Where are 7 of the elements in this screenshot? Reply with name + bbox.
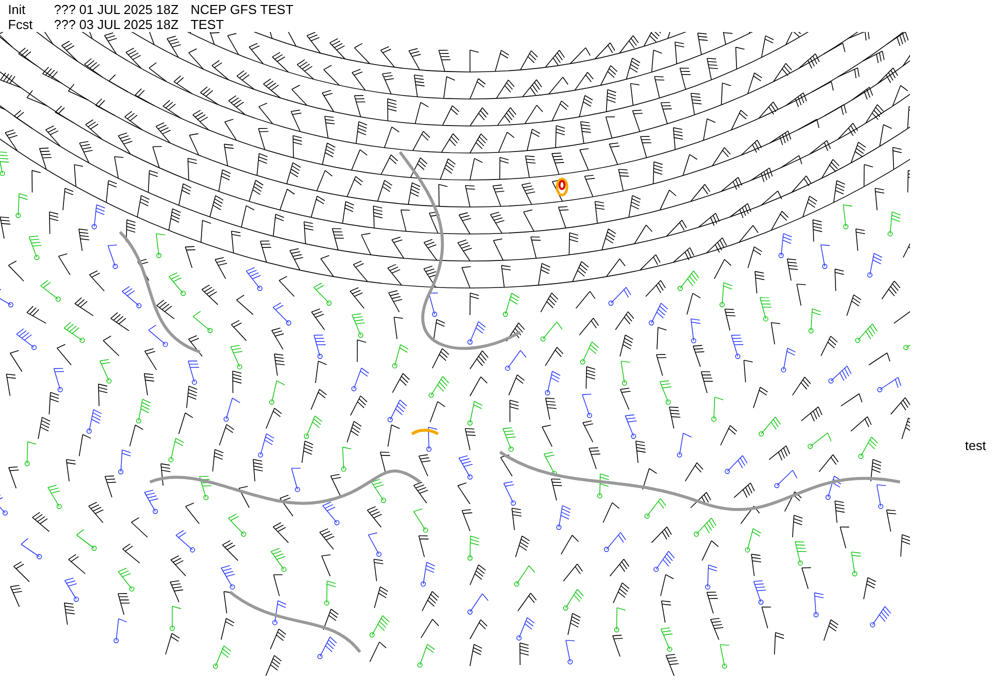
header-text: Fcst: [8, 17, 34, 32]
header-text: TEST: [190, 17, 224, 32]
side-label: test: [965, 438, 986, 453]
header-text: NCEP GFS TEST: [190, 2, 294, 17]
header-text: ??? 01 JUL 2025 18Z: [54, 2, 179, 17]
header-text: ??? 03 JUL 2025 18Z: [54, 17, 179, 32]
header-text: Init: [8, 2, 26, 17]
